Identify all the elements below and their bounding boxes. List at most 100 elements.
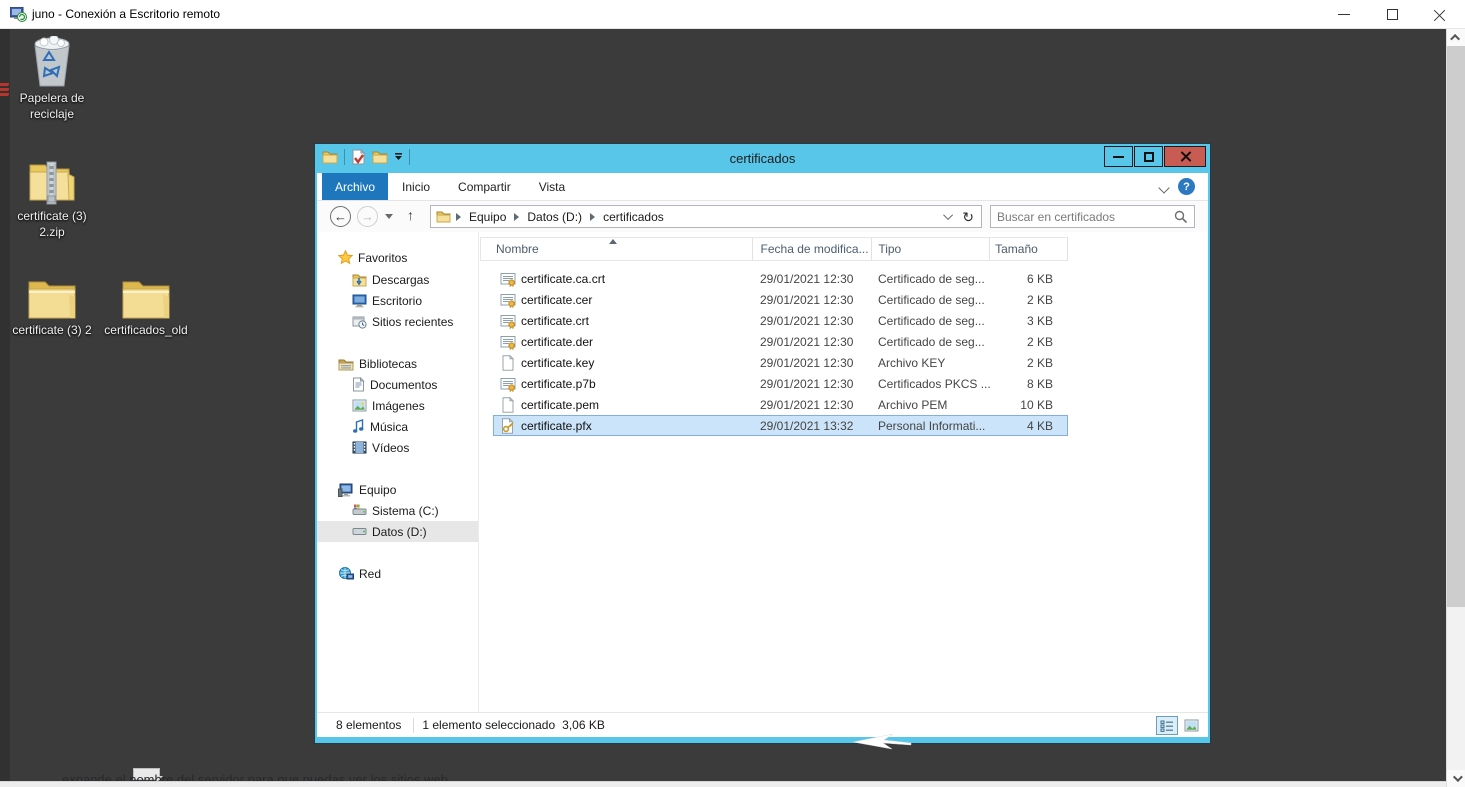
column-header-tamano[interactable]: Tamaño bbox=[990, 238, 1068, 260]
file-date: 29/01/2021 12:30 bbox=[753, 314, 873, 328]
search-input[interactable] bbox=[991, 206, 1167, 227]
desktop-icon-recycle-bin[interactable]: Papelera de reciclaje bbox=[4, 36, 100, 122]
desktop-icon-folder-certificate[interactable]: certificate (3) 2 bbox=[2, 278, 102, 339]
column-header-fecha[interactable]: Fecha de modifica... bbox=[753, 238, 873, 260]
explorer-maximize-button[interactable] bbox=[1134, 146, 1163, 167]
file-date: 29/01/2021 12:30 bbox=[753, 356, 873, 370]
documents-icon bbox=[352, 377, 365, 392]
address-folder-icon bbox=[436, 210, 451, 223]
sidebar-item-sistema-c[interactable]: Sistema (C:) bbox=[317, 500, 478, 521]
rdp-vertical-scrollbar[interactable] bbox=[1446, 29, 1465, 787]
search-icon[interactable] bbox=[1174, 210, 1188, 227]
sidebar-item-descargas[interactable]: Descargas bbox=[317, 269, 478, 290]
plain-file-icon bbox=[500, 355, 516, 371]
file-size: 10 KB bbox=[991, 398, 1061, 412]
maximize-icon bbox=[1387, 9, 1398, 20]
explorer-minimize-button[interactable] bbox=[1104, 146, 1133, 167]
data-drive-icon bbox=[352, 527, 367, 536]
refresh-icon[interactable]: ↻ bbox=[962, 210, 974, 224]
sidebar-item-bibliotecas[interactable]: Bibliotecas bbox=[317, 353, 478, 374]
status-selection-size: 3,06 KB bbox=[562, 718, 605, 732]
file-date: 29/01/2021 12:30 bbox=[753, 293, 873, 307]
explorer-window-title: certificados bbox=[315, 144, 1210, 173]
breadcrumb-separator-icon bbox=[590, 213, 595, 221]
vertical-scrollbar-thumb[interactable] bbox=[1447, 46, 1465, 607]
up-button[interactable]: ↑ bbox=[407, 207, 414, 223]
back-button[interactable]: ← bbox=[330, 206, 351, 227]
file-row-selected[interactable]: certificate.pfx 29/01/2021 13:32 Persona… bbox=[493, 415, 1068, 436]
thumbnails-view-button[interactable] bbox=[1180, 716, 1202, 735]
rdp-horizontal-scrollbar[interactable] bbox=[0, 781, 1446, 787]
breadcrumb-datos-d[interactable]: Datos (D:) bbox=[522, 210, 587, 224]
pfx-certificate-file-icon bbox=[500, 418, 516, 434]
desktop-icon-zip[interactable]: certificate (3) 2.zip bbox=[4, 160, 100, 240]
file-date: 29/01/2021 12:30 bbox=[753, 335, 873, 349]
file-row[interactable]: certificate.cer 29/01/2021 12:30 Certifi… bbox=[493, 289, 1068, 310]
scroll-down-button[interactable] bbox=[1447, 770, 1465, 787]
new-folder-icon[interactable] bbox=[372, 150, 388, 164]
explorer-close-button[interactable] bbox=[1164, 146, 1206, 167]
sidebar-item-datos-d[interactable]: Datos (D:) bbox=[317, 521, 478, 542]
explorer-window: certificados bbox=[315, 144, 1210, 743]
folder-icon bbox=[121, 278, 171, 320]
history-dropdown-icon[interactable] bbox=[385, 214, 393, 219]
address-bar[interactable]: Equipo Datos (D:) certificados ↻ bbox=[430, 205, 982, 228]
file-row[interactable]: certificate.pem 29/01/2021 12:30 Archivo… bbox=[493, 394, 1068, 415]
search-box[interactable] bbox=[990, 205, 1195, 228]
sidebar-item-musica[interactable]: Música bbox=[317, 416, 478, 437]
desktop-icon-folder-certificados-old[interactable]: certificados_old bbox=[96, 278, 196, 339]
file-type: Certificado de seg... bbox=[873, 293, 991, 307]
tab-archivo[interactable]: Archivo bbox=[322, 173, 388, 200]
breadcrumb-certificados[interactable]: certificados bbox=[598, 210, 669, 224]
breadcrumb-separator-icon bbox=[514, 213, 519, 221]
file-size: 8 KB bbox=[991, 377, 1061, 391]
breadcrumb-equipo[interactable]: Equipo bbox=[464, 210, 511, 224]
file-row[interactable]: certificate.p7b 29/01/2021 12:30 Certifi… bbox=[493, 373, 1068, 394]
sidebar-item-documentos[interactable]: Documentos bbox=[317, 374, 478, 395]
file-row[interactable]: certificate.ca.crt 29/01/2021 12:30 Cert… bbox=[493, 268, 1068, 289]
chevron-down-icon bbox=[1453, 772, 1463, 782]
sidebar-item-favoritos[interactable]: Favoritos bbox=[317, 247, 478, 268]
file-size: 6 KB bbox=[991, 272, 1061, 286]
toolbar-separator bbox=[409, 149, 410, 165]
properties-check-icon[interactable] bbox=[351, 149, 366, 165]
address-dropdown-icon[interactable] bbox=[943, 210, 953, 220]
qat-dropdown-icon[interactable] bbox=[394, 153, 403, 161]
pictures-icon bbox=[352, 399, 367, 412]
file-row[interactable]: certificate.key 29/01/2021 12:30 Archivo… bbox=[493, 352, 1068, 373]
file-type: Archivo KEY bbox=[873, 356, 991, 370]
sidebar-item-imagenes[interactable]: Imágenes bbox=[317, 395, 478, 416]
details-view-button[interactable] bbox=[1156, 716, 1178, 735]
rdp-maximize-button[interactable] bbox=[1377, 3, 1407, 27]
rdp-window-titlebar: juno - Conexión a Escritorio remoto bbox=[0, 0, 1465, 29]
column-header-tipo[interactable]: Tipo bbox=[872, 238, 990, 260]
maximize-icon bbox=[1144, 152, 1154, 162]
sidebar-item-equipo[interactable]: Equipo bbox=[317, 479, 478, 500]
status-bar: 8 elementos 1 elemento seleccionado 3,06… bbox=[317, 712, 1208, 737]
explorer-titlebar: certificados bbox=[315, 144, 1210, 173]
rdp-minimize-button[interactable] bbox=[1329, 3, 1359, 27]
ribbon-collapse-icon[interactable] bbox=[1158, 182, 1169, 193]
help-button[interactable]: ? bbox=[1178, 178, 1195, 195]
file-size: 2 KB bbox=[991, 293, 1061, 307]
sidebar-item-escritorio[interactable]: Escritorio bbox=[317, 290, 478, 311]
file-name: certificate.pfx bbox=[521, 419, 592, 433]
rdp-close-button[interactable] bbox=[1425, 3, 1455, 27]
tab-inicio[interactable]: Inicio bbox=[388, 173, 444, 200]
tab-compartir[interactable]: Compartir bbox=[444, 173, 525, 200]
ribbon-tabs: Archivo Inicio Compartir Vista ? bbox=[317, 173, 1208, 201]
music-note-icon bbox=[352, 419, 365, 434]
sort-ascending-icon[interactable] bbox=[609, 239, 617, 244]
sidebar-item-videos[interactable]: Vídeos bbox=[317, 437, 478, 458]
scroll-up-button[interactable] bbox=[1447, 29, 1465, 46]
tab-vista[interactable]: Vista bbox=[525, 173, 579, 200]
sidebar-item-red[interactable]: Red bbox=[317, 563, 478, 584]
status-items-count: 8 elementos bbox=[336, 718, 401, 732]
certificate-file-icon bbox=[500, 376, 516, 392]
sidebar-item-sitios-recientes[interactable]: Sitios recientes bbox=[317, 311, 478, 332]
file-row[interactable]: certificate.der 29/01/2021 12:30 Certifi… bbox=[493, 331, 1068, 352]
file-row[interactable]: certificate.crt 29/01/2021 12:30 Certifi… bbox=[493, 310, 1068, 331]
forward-button[interactable]: → bbox=[357, 206, 378, 227]
explorer-folder-icon[interactable] bbox=[322, 150, 338, 164]
file-type: Certificados PKCS ... bbox=[873, 377, 991, 391]
